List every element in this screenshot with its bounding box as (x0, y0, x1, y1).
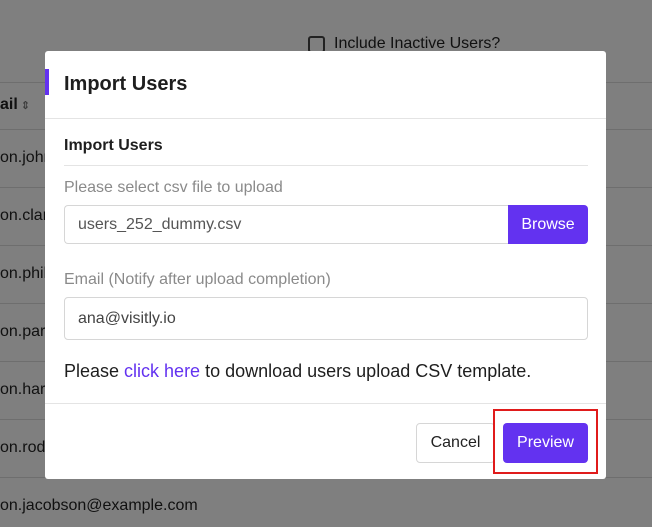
title-accent-bar (45, 69, 49, 95)
file-field-label: Please select csv file to upload (64, 179, 283, 196)
download-template-link[interactable]: click here (124, 361, 200, 381)
cancel-button[interactable]: Cancel (416, 423, 495, 463)
download-prefix: Please (64, 361, 125, 381)
template-download-text: Please click here to download users uplo… (64, 361, 531, 382)
email-field-label: Email (Notify after upload completion) (64, 271, 331, 288)
file-name-field[interactable]: users_252_dummy.csv (64, 205, 508, 244)
browse-button[interactable]: Browse (508, 205, 588, 244)
section-divider (64, 165, 588, 166)
section-title: Import Users (64, 137, 163, 154)
notify-email-field[interactable]: ana@visitly.io (64, 297, 588, 340)
dialog-header: Import Users (45, 51, 606, 119)
dialog-footer: Cancel Preview (45, 403, 606, 479)
download-suffix: to download users upload CSV template. (200, 361, 532, 381)
dialog-title: Import Users (64, 73, 188, 95)
preview-button[interactable]: Preview (503, 423, 588, 463)
file-upload-group: users_252_dummy.csv Browse (64, 205, 588, 244)
import-users-dialog: Import Users Import Users Please select … (45, 51, 606, 479)
